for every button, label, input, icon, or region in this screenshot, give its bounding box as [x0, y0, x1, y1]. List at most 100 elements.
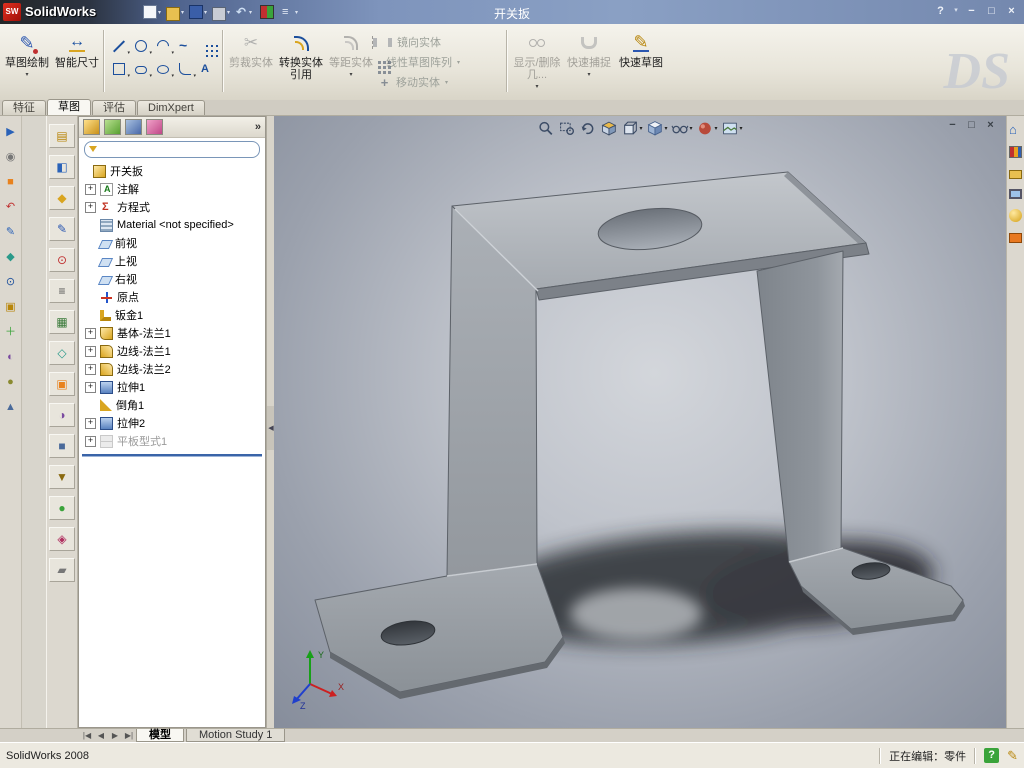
expand-icon[interactable]	[85, 345, 96, 357]
section-view-icon[interactable]	[600, 120, 617, 137]
help-chevron-icon[interactable]	[952, 3, 960, 19]
convert-entities-button[interactable]: 转换实体引用	[278, 28, 324, 92]
left-toolbar-icon[interactable]	[6, 126, 14, 139]
tree-item-top-plane[interactable]: 上视	[79, 252, 265, 270]
maximize-button[interactable]: □	[983, 3, 1000, 19]
left-toolbar-icon[interactable]	[5, 401, 16, 414]
rapid-sketch-button[interactable]: 快速草图	[618, 28, 664, 92]
expand-icon[interactable]	[85, 435, 96, 447]
prev-tab-arrow[interactable]: ◀	[94, 729, 108, 742]
tree-item-base-flange[interactable]: 基体-法兰1	[79, 324, 265, 342]
arc-tool-button[interactable]	[152, 34, 174, 57]
design-library-icon[interactable]	[1009, 146, 1022, 158]
tab-sketch[interactable]: 草图	[47, 99, 91, 115]
edit-appearance-icon[interactable]	[697, 120, 718, 137]
doc-close-button[interactable]: ×	[983, 118, 998, 133]
tree-item-flat-pattern[interactable]: 平板型式1	[79, 432, 265, 450]
rotate-view-icon[interactable]	[579, 120, 596, 137]
view-orientation-icon[interactable]	[621, 120, 642, 137]
zoom-to-area-icon[interactable]	[558, 120, 575, 137]
expand-icon[interactable]	[85, 381, 96, 393]
text-tool-button[interactable]	[196, 57, 218, 80]
circle-tool-button[interactable]	[130, 34, 152, 57]
sketch-fillet-tool-button[interactable]	[174, 57, 196, 80]
toolbar-icon[interactable]	[49, 279, 75, 303]
feature-manager-tab-icon[interactable]	[83, 119, 100, 135]
bracket-right-leg[interactable]	[756, 250, 844, 563]
dimxpert-manager-tab-icon[interactable]	[146, 119, 163, 135]
help-button[interactable]: ?	[932, 3, 949, 19]
toolbar-icon[interactable]	[49, 434, 75, 458]
point-tool-button[interactable]	[196, 34, 218, 57]
tab-features[interactable]: 特征	[2, 100, 46, 115]
first-tab-arrow[interactable]: |◀	[80, 729, 94, 742]
tree-item-right-plane[interactable]: 右视	[79, 270, 265, 288]
tab-model[interactable]: 模型	[136, 729, 184, 742]
toolbar-icon[interactable]	[49, 217, 75, 241]
left-toolbar-icon[interactable]	[6, 201, 15, 214]
zoom-fit-icon[interactable]	[537, 120, 554, 137]
toolbar-icon[interactable]	[49, 248, 75, 272]
toolbar-icon[interactable]	[49, 372, 75, 396]
toolbar-icon[interactable]	[49, 186, 75, 210]
line-tool-button[interactable]	[108, 34, 130, 57]
left-toolbar-icon[interactable]	[7, 376, 14, 389]
filter-input[interactable]	[100, 143, 255, 155]
file-explorer-icon[interactable]	[1009, 170, 1022, 179]
left-toolbar-icon[interactable]	[6, 151, 16, 164]
quick-tips-help-icon[interactable]: ?	[984, 748, 1000, 763]
tab-evaluate[interactable]: 评估	[92, 100, 136, 115]
last-tab-arrow[interactable]: ▶|	[122, 729, 136, 742]
tree-item-front-plane[interactable]: 前视	[79, 234, 265, 252]
apply-scene-icon[interactable]	[722, 120, 743, 137]
expand-icon[interactable]	[85, 183, 96, 195]
custom-properties-icon[interactable]	[1009, 233, 1022, 243]
manager-more-chevron[interactable]: »	[255, 121, 261, 133]
slot-tool-button[interactable]	[130, 57, 152, 80]
toolbar-icon[interactable]	[49, 341, 75, 365]
toolbar-icon[interactable]	[49, 403, 75, 427]
tree-item-sheet-metal[interactable]: 钣金1	[79, 306, 265, 324]
left-toolbar-icon[interactable]	[7, 176, 14, 189]
toolbar-icon[interactable]	[49, 465, 75, 489]
left-toolbar-icon[interactable]	[6, 226, 15, 239]
doc-restore-button[interactable]: □	[964, 118, 979, 133]
toolbar-icon[interactable]	[49, 310, 75, 334]
minimize-button[interactable]: −	[963, 3, 980, 19]
expand-icon[interactable]	[85, 363, 96, 375]
display-style-icon[interactable]	[646, 120, 667, 137]
hide-show-items-icon[interactable]	[671, 120, 692, 137]
configuration-manager-tab-icon[interactable]	[125, 119, 142, 135]
next-tab-arrow[interactable]: ▶	[108, 729, 122, 742]
toolbar-icon[interactable]	[49, 124, 75, 148]
smart-dimension-button[interactable]: 智能尺寸	[54, 28, 100, 92]
toolbar-icon[interactable]	[49, 155, 75, 179]
rectangle-tool-button[interactable]	[108, 57, 130, 80]
tree-item-extrude2[interactable]: 拉伸2	[79, 414, 265, 432]
left-toolbar-icon[interactable]	[5, 326, 16, 339]
spline-tool-button[interactable]	[174, 34, 196, 57]
expand-icon[interactable]	[85, 417, 96, 429]
graphics-viewport[interactable]: − □ × Y X Z	[274, 116, 1006, 728]
toolbar-icon[interactable]	[49, 558, 75, 582]
appearances-icon[interactable]	[1009, 209, 1022, 222]
left-toolbar-icon[interactable]	[6, 276, 15, 289]
left-toolbar-icon[interactable]	[7, 351, 14, 364]
expand-icon[interactable]	[85, 201, 96, 213]
ellipse-tool-button[interactable]	[152, 57, 174, 80]
view-palette-icon[interactable]	[1009, 189, 1022, 199]
tree-item-extrude1[interactable]: 拉伸1	[79, 378, 265, 396]
tree-item-annotations[interactable]: 注解	[79, 180, 265, 198]
tree-item-material[interactable]: Material <not specified>	[79, 216, 265, 234]
toolbar-icon[interactable]	[49, 527, 75, 551]
expand-icon[interactable]	[85, 327, 96, 339]
solidworks-resources-icon[interactable]	[1009, 124, 1022, 136]
toolbar-icon[interactable]	[49, 496, 75, 520]
tree-item-edge-flange1[interactable]: 边线-法兰1	[79, 342, 265, 360]
tree-item-origin[interactable]: 原点	[79, 288, 265, 306]
sketch-button[interactable]: 草图绘制	[4, 28, 50, 92]
left-toolbar-icon[interactable]	[5, 301, 15, 314]
model-canvas[interactable]	[274, 116, 1006, 728]
left-toolbar-icon[interactable]	[6, 251, 14, 264]
close-button[interactable]: ×	[1003, 3, 1020, 19]
